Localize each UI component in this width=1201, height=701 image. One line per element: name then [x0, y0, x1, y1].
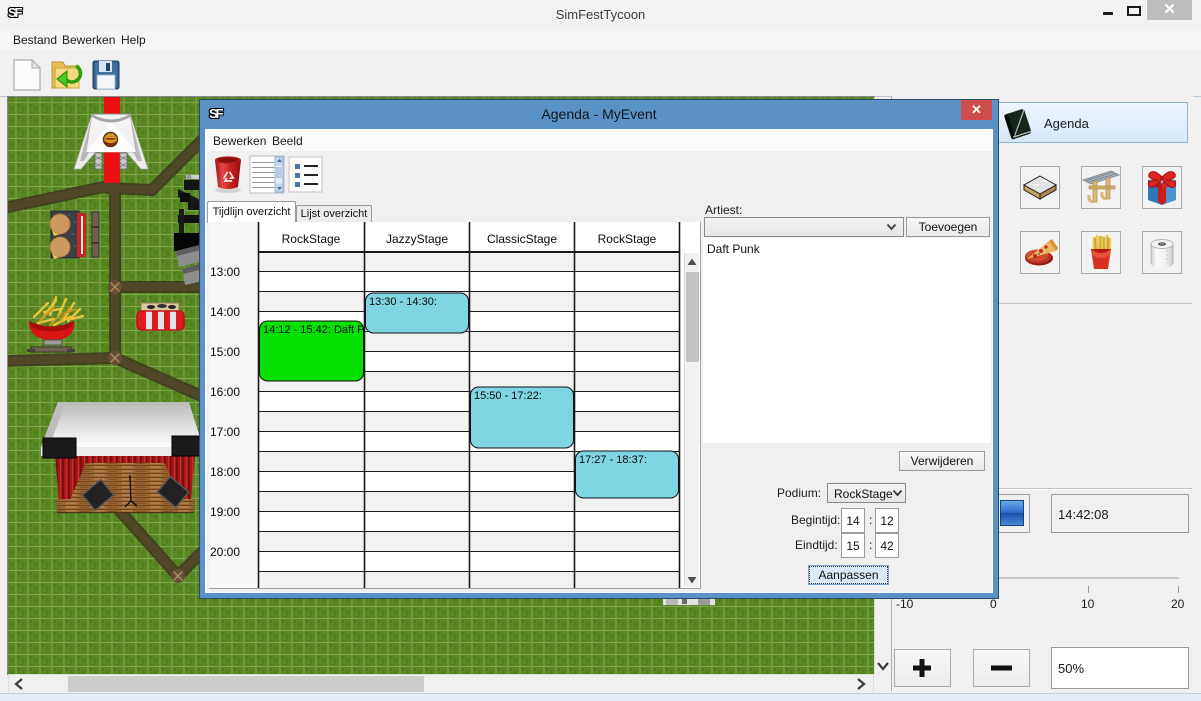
svg-text:13:30 - 14:30:: 13:30 - 14:30:: [369, 296, 437, 308]
svg-text:15:50 - 17:22:: 15:50 - 17:22:: [474, 390, 542, 402]
svg-text:19:00: 19:00: [210, 505, 240, 519]
svg-text:17:00: 17:00: [210, 425, 240, 439]
svg-text:15:00: 15:00: [210, 345, 240, 359]
svg-text:17:27 - 18:37:: 17:27 - 18:37:: [579, 454, 647, 466]
svg-text:16:00: 16:00: [210, 385, 240, 399]
svg-text:ClassicStage: ClassicStage: [487, 232, 557, 246]
svg-text:13:00: 13:00: [210, 265, 240, 279]
svg-text:20:00: 20:00: [210, 545, 240, 559]
svg-text:14:00: 14:00: [210, 305, 240, 319]
svg-text:JazzyStage: JazzyStage: [386, 232, 448, 246]
svg-text:RockStage: RockStage: [598, 232, 657, 246]
svg-text:14:12 - 15:42: Daft Pu: 14:12 - 15:42: Daft Pu: [263, 324, 371, 336]
svg-text:18:00: 18:00: [210, 465, 240, 479]
svg-text:RockStage: RockStage: [282, 232, 341, 246]
